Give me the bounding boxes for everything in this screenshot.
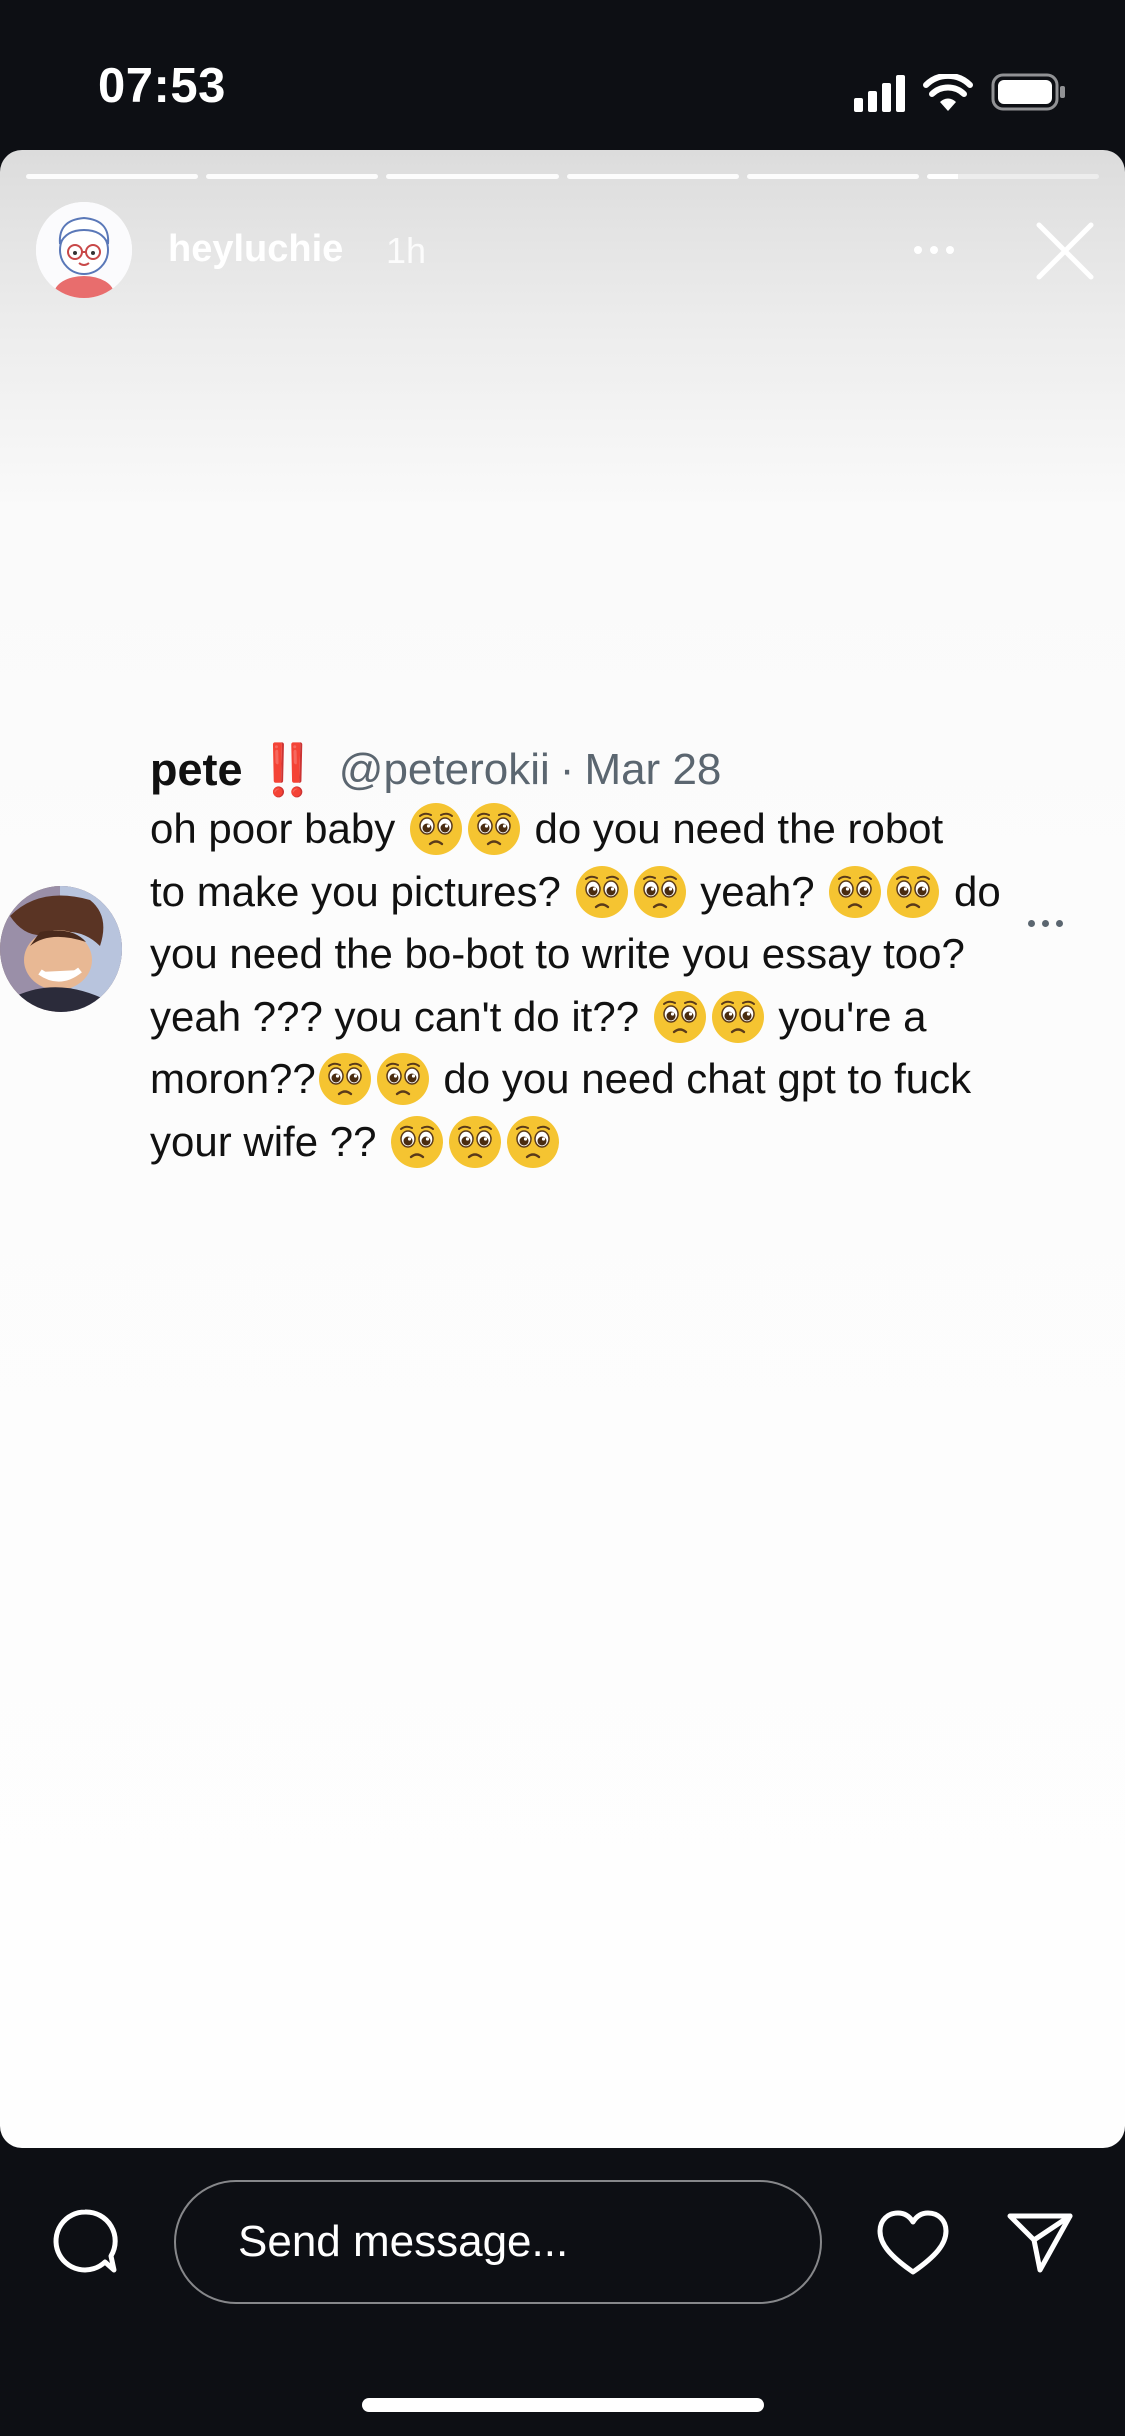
tweet-text-line: to make you pictures? yeah? do xyxy=(150,861,1085,924)
tweet-date: Mar 28 xyxy=(584,745,722,794)
story-author-username[interactable]: heyluchie xyxy=(168,228,343,271)
story-progress-bar xyxy=(26,174,1100,179)
instagram-story-screen: 07:53 heyluchie 1h pete ‼️ @peterokii · … xyxy=(0,0,1125,2436)
tweet-avatar-illustration xyxy=(0,886,122,1012)
tweet-author-avatar xyxy=(0,886,122,1012)
tweet-text-segment: you need the bo-bot to write you essay t… xyxy=(150,930,965,977)
tweet-text-line: oh poor baby do you need the robot xyxy=(150,798,1085,861)
tweet-text-segment: do you need the robot xyxy=(522,805,944,852)
tweet-separator: · xyxy=(559,745,575,794)
tweet-text-segment: your wife ?? xyxy=(150,1117,389,1165)
story-posted-time: 1h xyxy=(386,230,427,271)
tweet-text-segment: oh poor baby xyxy=(150,805,407,852)
pleading-face-emoji xyxy=(449,1115,502,1168)
pleading-face-emoji xyxy=(829,865,882,918)
tweet-text-segment: yeah ??? you can't do it?? xyxy=(150,992,651,1040)
wifi-icon xyxy=(923,74,973,111)
pleading-face-emoji xyxy=(653,990,706,1043)
tweet-text-segment: do xyxy=(942,867,1001,915)
status-bar-icons xyxy=(854,66,1067,112)
tweet-display-name: pete xyxy=(150,744,243,795)
story-progress-segment xyxy=(386,174,559,179)
tweet-handle: @peterokii xyxy=(338,745,550,794)
pleading-face-emoji xyxy=(633,865,686,918)
tweet-text-segment: to make you pictures? xyxy=(150,867,573,915)
share-icon[interactable] xyxy=(1006,2210,1074,2274)
pleading-face-emoji xyxy=(376,1053,429,1105)
home-indicator[interactable] xyxy=(362,2398,764,2412)
pleading-face-emoji xyxy=(711,990,764,1043)
tweet-text-segment: yeah? xyxy=(688,867,827,915)
avatar-illustration xyxy=(36,202,132,298)
close-icon[interactable] xyxy=(1034,220,1096,282)
battery-icon xyxy=(991,73,1065,111)
story-author-avatar[interactable] xyxy=(36,202,132,298)
pleading-face-emoji xyxy=(507,1115,560,1168)
heart-icon[interactable] xyxy=(876,2210,950,2276)
tweet-body: oh poor baby do you need the robot to mak… xyxy=(150,798,1085,1173)
pleading-face-emoji xyxy=(391,1115,444,1168)
story-card[interactable]: heyluchie 1h pete ‼️ @peterokii · Mar 28… xyxy=(0,150,1125,2148)
comment-icon[interactable] xyxy=(50,2206,120,2276)
pleading-face-emoji xyxy=(409,803,462,855)
tweet-text-line: yeah ??? you can't do it?? you're a xyxy=(150,986,1085,1049)
send-message-input[interactable] xyxy=(174,2180,822,2304)
tweet-name-badge: ‼️ xyxy=(256,741,319,798)
story-progress-segment xyxy=(926,174,1100,179)
story-progress-segment xyxy=(566,174,739,179)
signal-icon xyxy=(854,72,905,112)
story-progress-segment xyxy=(746,174,919,179)
more-icon[interactable] xyxy=(914,246,954,254)
pleading-face-emoji xyxy=(467,803,520,855)
tweet-text-line: you need the bo-bot to write you essay t… xyxy=(150,923,1085,986)
tweet-text-segment: you're a xyxy=(766,992,927,1040)
story-progress-segment xyxy=(26,174,199,179)
tweet-text-segment: do you need chat gpt to fuck xyxy=(431,1055,972,1102)
tweet-text-line: moron?? do you need chat gpt to fuck xyxy=(150,1048,1085,1111)
pleading-face-emoji xyxy=(318,1053,371,1105)
status-bar-time: 07:53 xyxy=(98,59,226,113)
tweet-text-line: your wife ?? xyxy=(150,1111,1085,1174)
story-progress-segment xyxy=(206,174,379,179)
pleading-face-emoji xyxy=(575,865,628,918)
pleading-face-emoji xyxy=(887,865,940,918)
tweet-header: pete ‼️ @peterokii · Mar 28 xyxy=(150,740,721,800)
tweet-text-segment: moron?? xyxy=(150,1055,316,1102)
